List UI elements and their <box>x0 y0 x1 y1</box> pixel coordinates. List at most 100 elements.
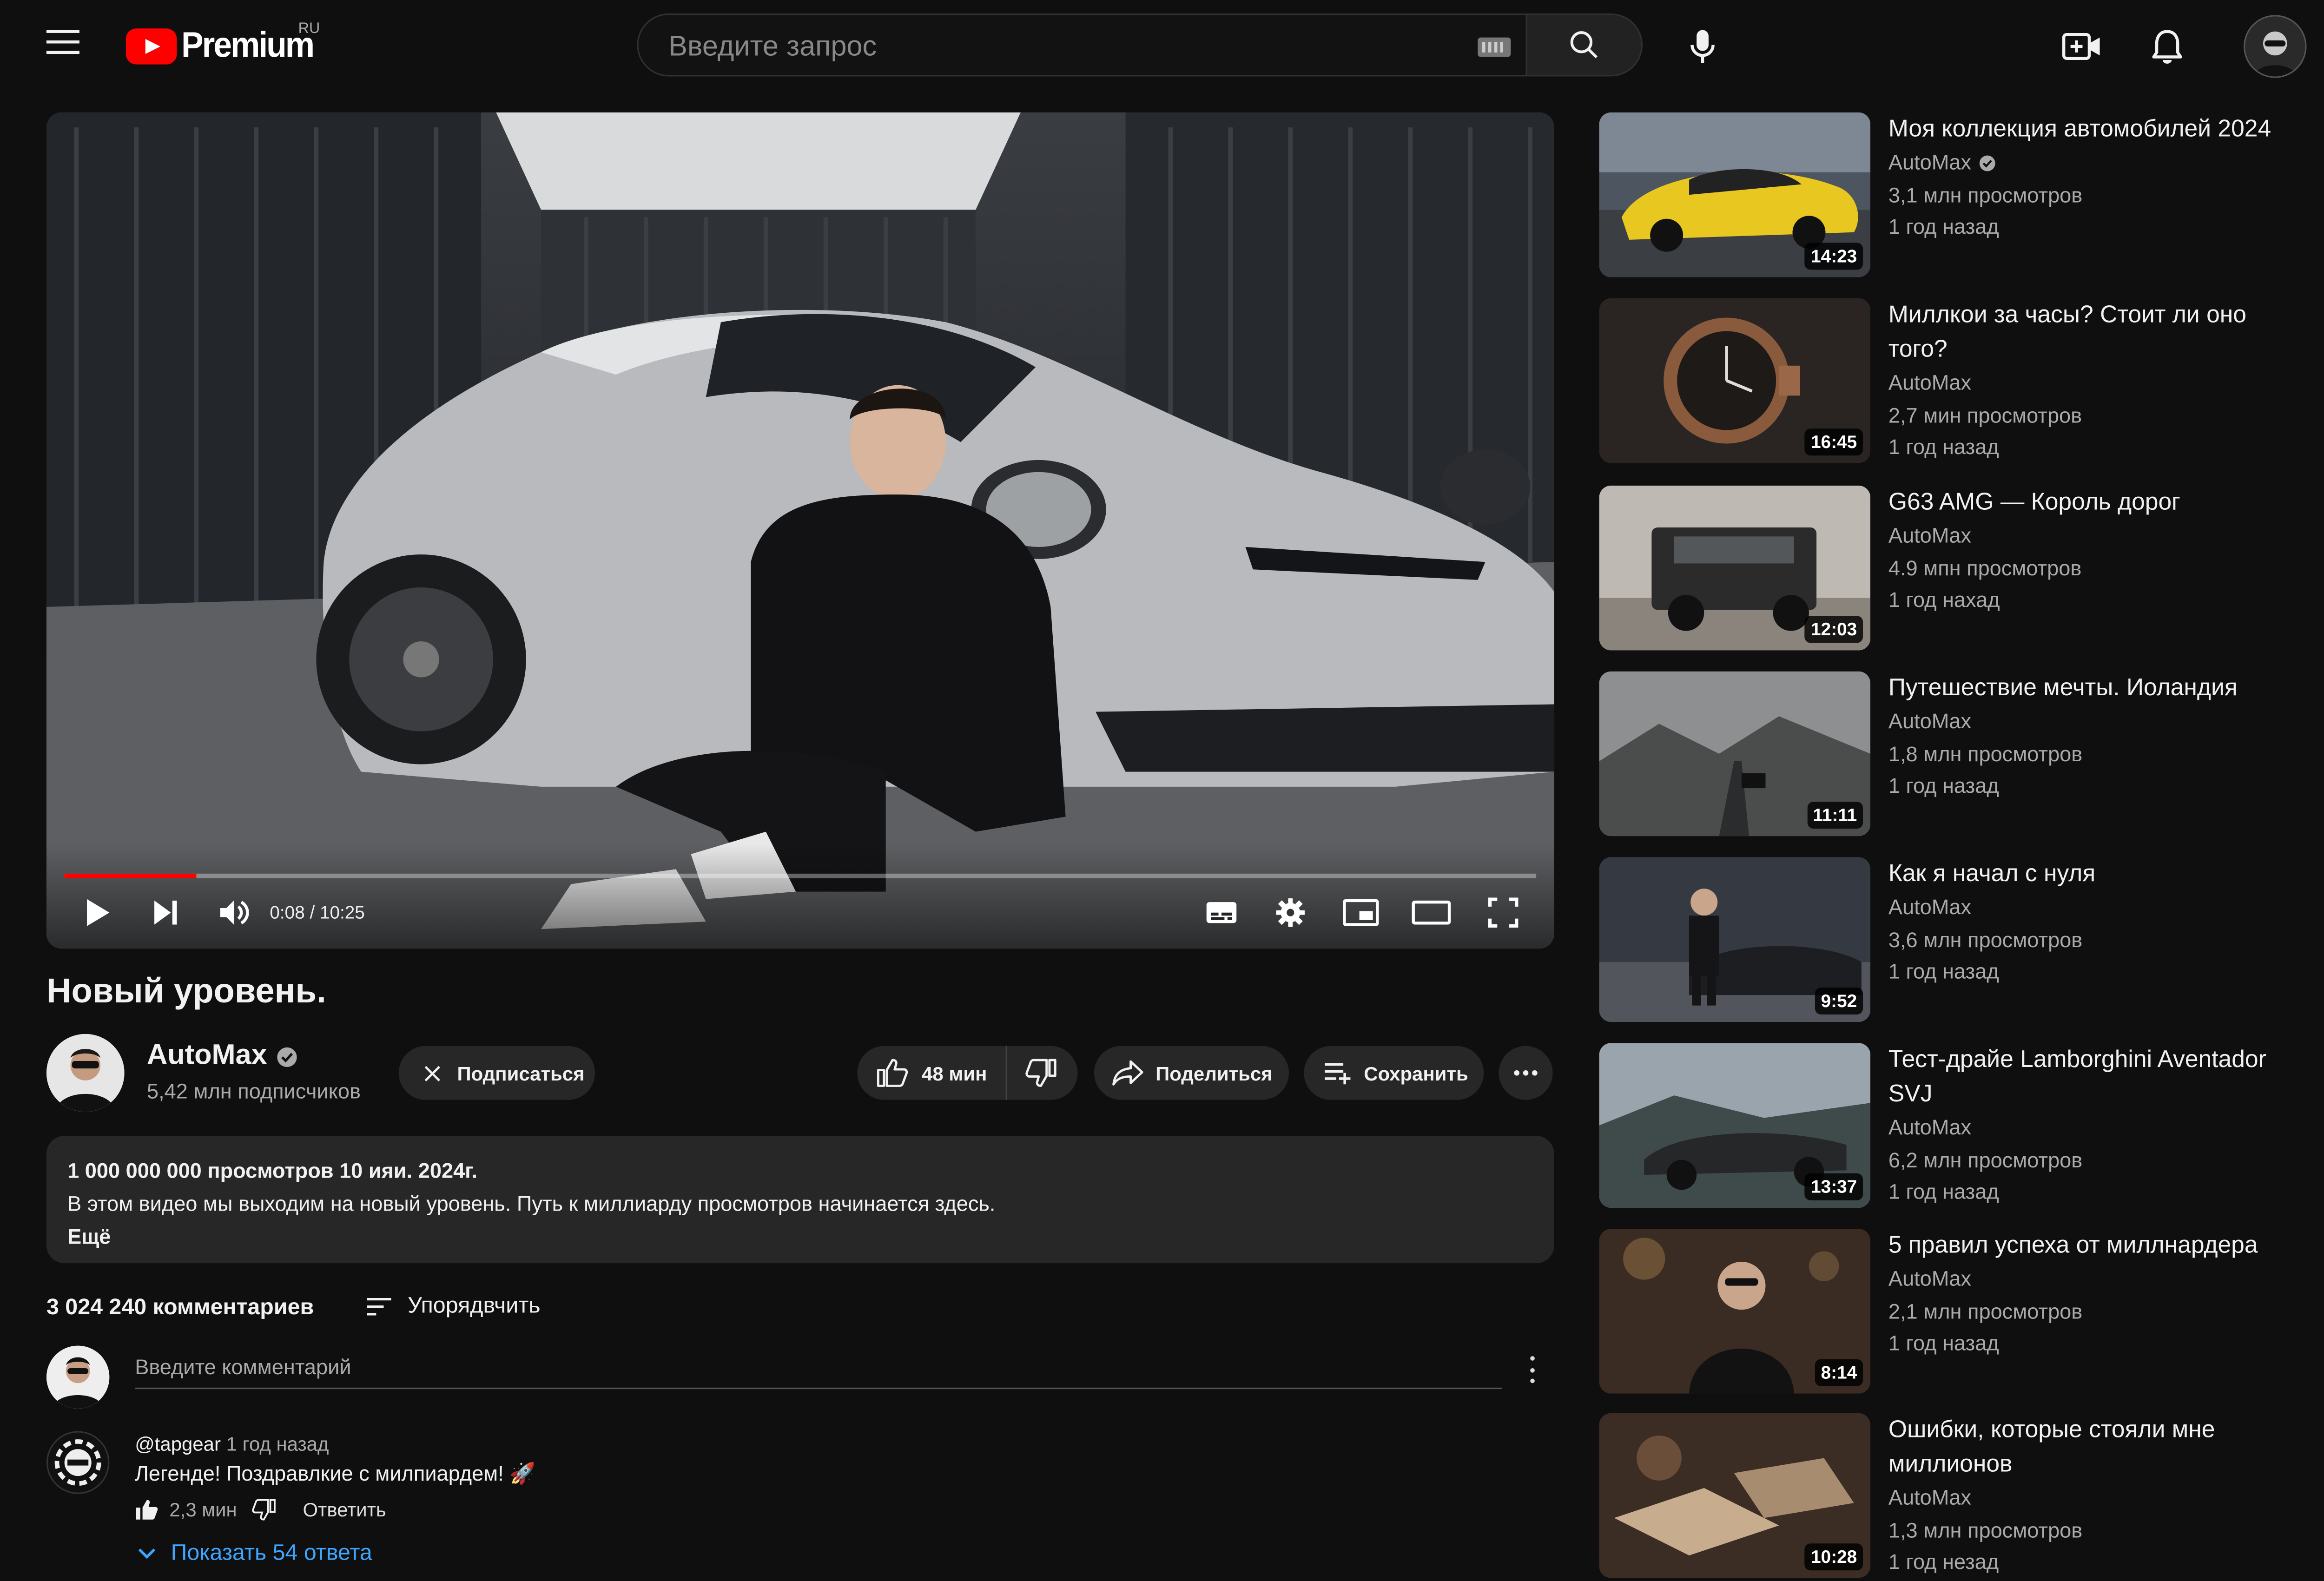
fullscreen-icon <box>1488 897 1519 928</box>
recommendation-item[interactable]: 13:37 Тест-драйе Lamborghini Aventador S… <box>1599 1043 2319 1211</box>
recommendation-title[interactable]: Миллкои за часы? Стоит ли оно того? <box>1888 298 2308 367</box>
keyboard-icon[interactable] <box>1478 37 1511 57</box>
search-input[interactable] <box>665 30 1451 66</box>
comment-author-avatar[interactable] <box>46 1431 110 1494</box>
recommendation-thumbnail[interactable]: 8:14 <box>1599 1229 1871 1394</box>
description-box[interactable]: 1 000 000 000 просмотров 10 ияи. 2024г. … <box>46 1136 1554 1264</box>
notifications-button[interactable] <box>2140 20 2194 73</box>
subscribe-button[interactable]: Подписаться <box>398 1046 595 1100</box>
video-duration: 9:52 <box>1815 987 1863 1014</box>
voice-search-button[interactable] <box>1676 20 1730 73</box>
channel-name[interactable]: AutoMax <box>147 1040 298 1073</box>
recommendation-title[interactable]: 5 правил успеха от миллнардера <box>1888 1229 2308 1263</box>
save-button[interactable]: Сохранить <box>1304 1046 1484 1100</box>
recommendation-thumbnail[interactable]: 16:45 <box>1599 298 1871 463</box>
recommendation-thumbnail[interactable]: 9:52 <box>1599 857 1871 1022</box>
next-button[interactable] <box>152 896 181 929</box>
recommendation-title[interactable]: Ошибки, которые стояли мне миллионов <box>1888 1413 2308 1482</box>
share-icon <box>1112 1060 1143 1086</box>
recommendation-item[interactable]: 8:14 5 правил успеха от миллнардера Auto… <box>1599 1229 2319 1397</box>
recommendation-views: 1,8 млн просмотров <box>1888 741 2083 765</box>
recommendation-thumbnail[interactable]: 10:28 <box>1599 1413 1871 1578</box>
recommendation-thumbnail[interactable]: 11:11 <box>1599 671 1871 837</box>
youtube-premium-logo[interactable]: Premium <box>125 24 325 69</box>
recommendation-item[interactable]: 9:52 Как я начал с нуля AutoMax 3,6 млн … <box>1599 857 2319 1025</box>
comment-reply-button[interactable]: Ответить <box>303 1499 386 1521</box>
recommendation-item[interactable]: 14:23 Моя коллекция автомобилей 2024 Aut… <box>1599 112 2319 280</box>
save-label: Сохранить <box>1364 1061 1468 1084</box>
video-duration: 11:11 <box>1807 802 1863 829</box>
recommendation-info: Миллкои за часы? Стоит ли оно того? Auto… <box>1888 298 2308 464</box>
video-player[interactable]: 0:08 / 10:25 <box>46 112 1554 949</box>
comment-options-icon[interactable] <box>1520 1356 1544 1383</box>
progress-bar[interactable] <box>64 873 1537 878</box>
recommendation-item[interactable]: 16:45 Миллкои за часы? Стоит ли оно того… <box>1599 298 2319 466</box>
description-more-button[interactable]: Ещё <box>67 1220 1533 1253</box>
search-icon <box>1570 31 1598 59</box>
show-replies-label: Показать 54 ответа <box>171 1540 372 1566</box>
recommendation-title[interactable]: Как я начал с нуля <box>1888 857 2308 891</box>
bell-icon <box>2152 30 2182 64</box>
recommendation-channel[interactable]: AutoMax <box>1888 1482 2308 1514</box>
recommendation-thumbnail[interactable]: 13:37 <box>1599 1043 1871 1208</box>
miniplayer-button[interactable] <box>1341 896 1380 929</box>
show-replies-button[interactable]: Показать 54 ответа <box>138 1541 372 1566</box>
recommendation-age: 1 год назад <box>1888 435 1999 459</box>
recommendation-title[interactable]: Моя коллекция автомобилей 2024 <box>1888 112 2308 147</box>
recommendation-item[interactable]: 12:03 G63 AMG — Король дорог AutoMax 4.9… <box>1599 485 2319 653</box>
fullscreen-button[interactable] <box>1485 896 1521 929</box>
recommendation-title[interactable]: Путешествие мечты. Иоландия <box>1888 672 2308 706</box>
recommendation-thumbnail[interactable]: 12:03 <box>1599 485 1871 651</box>
play-icon <box>87 899 110 926</box>
channel-avatar[interactable] <box>46 1034 125 1112</box>
comment-dislike-icon[interactable] <box>252 1499 276 1521</box>
settings-button[interactable] <box>1273 896 1308 929</box>
theater-mode-button[interactable] <box>1410 896 1452 929</box>
recommendation-item[interactable]: 10:28 Ошибки, которые стояли мне миллион… <box>1599 1413 2319 1581</box>
subtitles-icon <box>1206 902 1237 923</box>
recommendation-channel[interactable]: AutoMax <box>1888 892 2308 924</box>
volume-icon <box>220 900 249 925</box>
recommendation-title[interactable]: G63 AMG — Король дорог <box>1888 486 2308 520</box>
recommendation-channel[interactable]: AutoMax <box>1888 1112 2308 1144</box>
search-box <box>637 13 1527 77</box>
menu-icon[interactable] <box>46 30 82 63</box>
tapgear-logo-icon <box>48 1432 108 1493</box>
recommendation-channel[interactable]: AutoMax <box>1888 367 2308 399</box>
recommendation-age: 1 год назад <box>1888 214 1999 238</box>
like-button[interactable]: 48 мин <box>857 1046 1007 1100</box>
more-actions-button[interactable] <box>1499 1046 1553 1100</box>
comment-like-icon[interactable] <box>135 1499 159 1521</box>
my-avatar-image <box>46 1345 110 1409</box>
comment-actions: 2,3 мин Ответить <box>135 1499 386 1521</box>
comment-text: Легенде! Поздравлкие с милпиардем! 🚀 <box>135 1461 536 1485</box>
recommendation-age: 1 год назад <box>1888 1179 1999 1204</box>
recommendation-title[interactable]: Тест-драйе Lamborghini Aventador SVJ <box>1888 1043 2308 1112</box>
user-avatar[interactable] <box>2244 15 2307 78</box>
recommendation-channel[interactable]: AutoMax <box>1888 520 2308 552</box>
video-duration: 10:28 <box>1805 1543 1863 1571</box>
region-code: RU <box>298 21 320 38</box>
more-horizontal-icon <box>1514 1070 1538 1076</box>
subtitles-button[interactable] <box>1203 896 1239 929</box>
recommendation-channel[interactable]: AutoMax <box>1888 706 2308 738</box>
search-button[interactable] <box>1527 13 1643 77</box>
share-label: Поделиться <box>1155 1061 1273 1084</box>
video-duration: 16:45 <box>1805 428 1863 456</box>
volume-button[interactable] <box>218 896 251 929</box>
recommendation-channel[interactable]: AutoMax <box>1888 147 2308 179</box>
create-video-button[interactable] <box>2055 20 2109 73</box>
comment-author-handle[interactable]: @tapgear <box>135 1433 221 1455</box>
share-button[interactable]: Поделиться <box>1094 1046 1289 1100</box>
comment-input[interactable] <box>135 1351 1502 1390</box>
time-display: 0:08 / 10:25 <box>270 902 365 923</box>
sort-comments-button[interactable]: Упорядвчить <box>366 1293 541 1319</box>
recommendation-thumbnail[interactable]: 14:23 <box>1599 112 1871 277</box>
recommendation-info: Путешествие мечты. Иоландия AutoMax 1,8 … <box>1888 672 2308 803</box>
channel-avatar-image <box>46 1034 125 1112</box>
subscribe-label: Подписаться <box>457 1061 585 1084</box>
dislike-button[interactable] <box>1006 1046 1075 1100</box>
recommendation-channel[interactable]: AutoMax <box>1888 1263 2308 1295</box>
play-button[interactable] <box>82 896 112 929</box>
recommendation-item[interactable]: 11:11 Путешествие мечты. Иоландия AutoMa… <box>1599 671 2319 839</box>
